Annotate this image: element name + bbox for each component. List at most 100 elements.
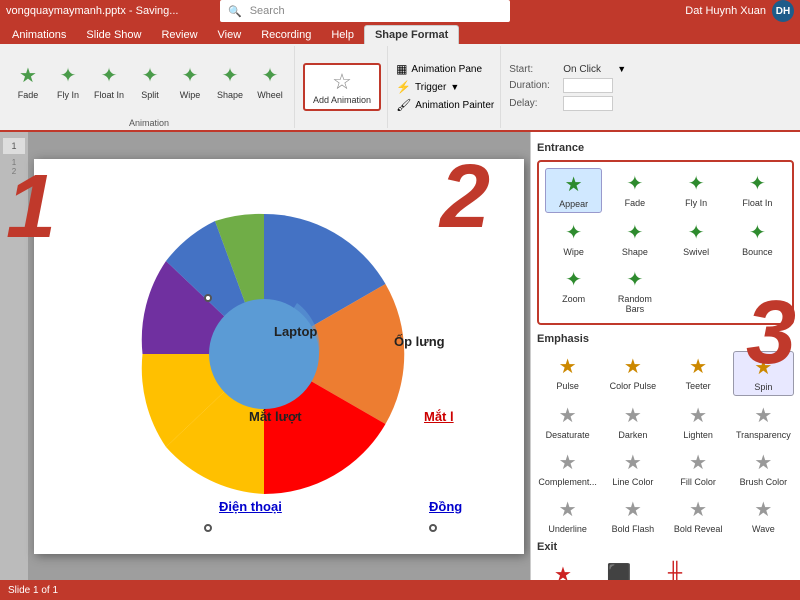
- colorpulse-icon: ★: [624, 354, 642, 379]
- anim-shape-btn[interactable]: ✦ Shape: [212, 61, 248, 102]
- anim-wipe[interactable]: ✦ Wipe: [545, 217, 602, 260]
- complement-icon: ★: [559, 450, 577, 475]
- appear-label: Appear: [559, 199, 588, 209]
- selection-handle-tl[interactable]: [204, 294, 212, 302]
- painter-label: Animation Painter: [415, 100, 494, 111]
- zoom-anim-icon: ✦: [565, 267, 582, 292]
- anim-appear[interactable]: ★ Appear: [545, 168, 602, 213]
- tab-review[interactable]: Review: [151, 26, 207, 44]
- exit1-icon: ★: [554, 562, 572, 580]
- anim-wheel-btn[interactable]: ✦ Wheel: [252, 61, 288, 102]
- anim-bold-flash[interactable]: ★ Bold Flash: [602, 494, 663, 537]
- selection-handle-bl[interactable]: [204, 524, 212, 532]
- swivel-anim-label: Swivel: [683, 247, 709, 257]
- anim-floatin-btn[interactable]: ✦ Float In: [90, 61, 128, 102]
- selection-handle-br[interactable]: [429, 524, 437, 532]
- anim-underline[interactable]: ★ Underline: [537, 494, 598, 537]
- emphasis-grid-3: ★ Complement... ★ Line Color ★ Fill Colo…: [537, 447, 794, 490]
- transparency-label: Transparency: [736, 430, 791, 440]
- floatin-anim-label: Float In: [742, 198, 772, 208]
- anim-shape[interactable]: ✦ Shape: [606, 217, 663, 260]
- anim-exit-1[interactable]: ★: [537, 559, 589, 580]
- spin-label: Spin: [754, 382, 772, 392]
- flyin-icon: ✦: [60, 63, 77, 88]
- delay-row: Delay: 00:00: [509, 96, 626, 111]
- anim-spin[interactable]: ★ Spin: [733, 351, 794, 396]
- anim-darken[interactable]: ★ Darken: [602, 400, 663, 443]
- slide-canvas-area[interactable]: 1 2: [28, 132, 530, 580]
- delay-label: Delay:: [509, 98, 559, 109]
- add-animation-btn[interactable]: ☆ Add Animation: [303, 63, 381, 111]
- exit-title: Exit: [537, 541, 794, 553]
- start-value: On Click: [563, 64, 613, 75]
- underline-icon: ★: [559, 497, 577, 522]
- tab-help[interactable]: Help: [321, 26, 364, 44]
- anim-exit-2[interactable]: ⬛: [593, 559, 645, 580]
- wheel-label: Wheel: [257, 90, 283, 100]
- anim-flyin-btn[interactable]: ✦ Fly In: [50, 61, 86, 102]
- anim-pane-label: Animation Pane: [411, 64, 482, 75]
- label-dien-thoai: Điện thoại: [219, 499, 282, 514]
- anim-wave[interactable]: ★ Wave: [733, 494, 794, 537]
- anim-fade-btn[interactable]: ★ Fade: [10, 61, 46, 102]
- underline-label: Underline: [548, 524, 587, 534]
- pulse-icon: ★: [559, 354, 577, 379]
- darken-label: Darken: [618, 430, 647, 440]
- tab-view[interactable]: View: [208, 26, 252, 44]
- ribbon-tabs: Animations Slide Show Review View Record…: [0, 22, 800, 44]
- fade-anim-label: Fade: [625, 198, 646, 208]
- entrance-title: Entrance: [537, 142, 794, 154]
- pie-chart: [109, 199, 419, 509]
- slide-number: 1: [11, 141, 16, 151]
- trigger-dropdown-icon[interactable]: ▼: [450, 82, 459, 92]
- anim-fill-color[interactable]: ★ Fill Color: [668, 447, 729, 490]
- label-dong: Đồng: [429, 499, 462, 514]
- trigger-btn[interactable]: ⚡ Trigger ▼: [396, 80, 494, 94]
- wave-icon: ★: [754, 497, 772, 522]
- wipe-label: Wipe: [180, 90, 201, 100]
- randombars-anim-icon: ✦: [626, 267, 643, 292]
- anim-fade[interactable]: ✦ Fade: [606, 168, 663, 213]
- status-bar: Slide 1 of 1: [0, 580, 800, 600]
- anim-color-pulse[interactable]: ★ Color Pulse: [602, 351, 663, 396]
- slide-num-1[interactable]: 1: [3, 138, 25, 154]
- animation-pane-btn[interactable]: ▦ Animation Pane: [396, 62, 494, 76]
- pulse-label: Pulse: [556, 381, 579, 391]
- ribbon: ★ Fade ✦ Fly In ✦ Float In ✦ Split ✦ W: [0, 44, 800, 132]
- animation-painter-btn[interactable]: 🖌 Animation Painter: [396, 98, 494, 112]
- anim-pulse[interactable]: ★ Pulse: [537, 351, 598, 396]
- anim-bold-reveal[interactable]: ★ Bold Reveal: [668, 494, 729, 537]
- anim-flyin[interactable]: ✦ Fly In: [668, 168, 725, 213]
- anim-random-bars[interactable]: ✦ Random Bars: [606, 264, 663, 317]
- split-icon: ✦: [142, 63, 159, 88]
- delay-input[interactable]: 00:00: [563, 96, 613, 111]
- anim-transparency[interactable]: ★ Transparency: [733, 400, 794, 443]
- fade-icon: ★: [19, 63, 37, 88]
- duration-input[interactable]: [563, 78, 613, 93]
- start-dropdown-icon[interactable]: ▼: [617, 64, 626, 74]
- anim-exit-3[interactable]: ╫: [649, 559, 701, 580]
- search-bar[interactable]: 🔍 Search: [220, 0, 510, 22]
- fillcolor-icon: ★: [689, 450, 707, 475]
- tab-shape-format[interactable]: Shape Format: [364, 25, 459, 44]
- anim-swivel[interactable]: ✦ Swivel: [668, 217, 725, 260]
- anim-zoom[interactable]: ✦ Zoom: [545, 264, 602, 317]
- linecolor-icon: ★: [624, 450, 642, 475]
- anim-line-color[interactable]: ★ Line Color: [602, 447, 663, 490]
- anim-split-btn[interactable]: ✦ Split: [132, 61, 168, 102]
- anim-floatin[interactable]: ✦ Float In: [729, 168, 786, 213]
- tab-recording[interactable]: Recording: [251, 26, 321, 44]
- add-anim-icon: ☆: [332, 69, 352, 95]
- anim-desaturate[interactable]: ★ Desaturate: [537, 400, 598, 443]
- anim-bounce[interactable]: ✦ Bounce: [729, 217, 786, 260]
- tab-slideshow[interactable]: Slide Show: [76, 26, 151, 44]
- anim-wipe-btn[interactable]: ✦ Wipe: [172, 61, 208, 102]
- boldreveal-icon: ★: [689, 497, 707, 522]
- transparency-icon: ★: [754, 403, 772, 428]
- anim-lighten[interactable]: ★ Lighten: [668, 400, 729, 443]
- anim-teeter[interactable]: ★ Teeter: [668, 351, 729, 396]
- floatin-label: Float In: [94, 90, 124, 100]
- anim-complement[interactable]: ★ Complement...: [537, 447, 598, 490]
- tab-animations[interactable]: Animations: [2, 26, 76, 44]
- anim-brush-color[interactable]: ★ Brush Color: [733, 447, 794, 490]
